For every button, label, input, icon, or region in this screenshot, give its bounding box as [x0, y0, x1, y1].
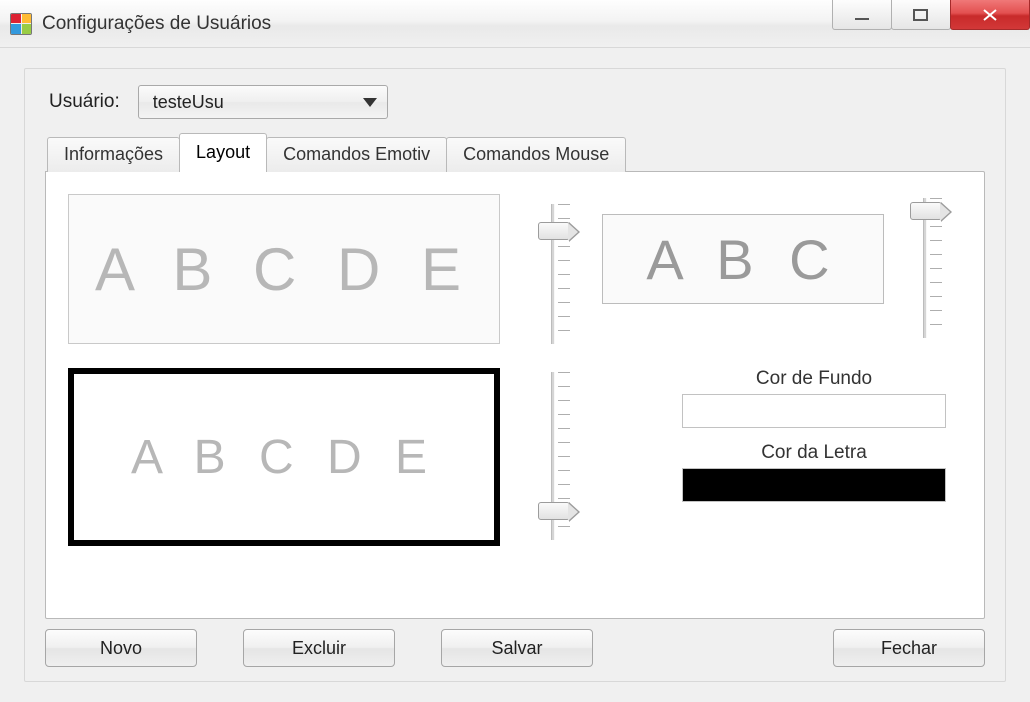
- tab-page-layout: A B C D E A B C A B C D E Cor de Fundo C…: [45, 171, 985, 619]
- title-bar: Configurações de Usuários: [0, 0, 1030, 48]
- close-panel-button[interactable]: Fechar: [833, 629, 985, 667]
- button-bar: Novo Excluir Salvar Fechar: [45, 629, 985, 667]
- minimize-icon: [853, 8, 871, 22]
- user-combobox[interactable]: testeUsu: [138, 85, 388, 119]
- tab-comandos-emotiv[interactable]: Comandos Emotiv: [266, 137, 447, 172]
- slider-thumb-icon: [910, 202, 942, 220]
- tab-strip: Informações Layout Comandos Emotiv Coman…: [47, 133, 985, 172]
- delete-button[interactable]: Excluir: [243, 629, 395, 667]
- app-icon: [10, 13, 32, 35]
- maximize-icon: [912, 8, 930, 22]
- slider-font-size-2[interactable]: [902, 198, 948, 338]
- minimize-button[interactable]: [832, 0, 892, 30]
- fg-color-label: Cor da Letra: [664, 442, 964, 464]
- save-button[interactable]: Salvar: [441, 629, 593, 667]
- maximize-button[interactable]: [891, 0, 951, 30]
- chevron-down-icon: [363, 98, 377, 107]
- main-panel: Usuário: testeUsu Informações Layout Com…: [24, 68, 1006, 682]
- slider-font-size-1[interactable]: [530, 204, 576, 344]
- font-preview-outlined: A B C D E: [68, 368, 500, 546]
- user-label: Usuário:: [49, 91, 120, 113]
- font-preview-small: A B C: [602, 214, 884, 304]
- close-icon: [980, 8, 1000, 22]
- bg-color-picker[interactable]: [682, 394, 946, 428]
- close-button[interactable]: [950, 0, 1030, 30]
- fg-color-picker[interactable]: [682, 468, 946, 502]
- slider-border-size[interactable]: [530, 372, 576, 540]
- tab-informacoes[interactable]: Informações: [47, 137, 180, 172]
- slider-thumb-icon: [538, 502, 570, 520]
- tab-layout[interactable]: Layout: [179, 133, 267, 172]
- window-controls: [833, 0, 1030, 47]
- user-selected-value: testeUsu: [153, 92, 224, 113]
- window-title: Configurações de Usuários: [42, 13, 271, 35]
- bg-color-label: Cor de Fundo: [664, 368, 964, 390]
- slider-thumb-icon: [538, 222, 570, 240]
- font-preview-large: A B C D E: [68, 194, 500, 344]
- new-button[interactable]: Novo: [45, 629, 197, 667]
- tab-comandos-mouse[interactable]: Comandos Mouse: [446, 137, 626, 172]
